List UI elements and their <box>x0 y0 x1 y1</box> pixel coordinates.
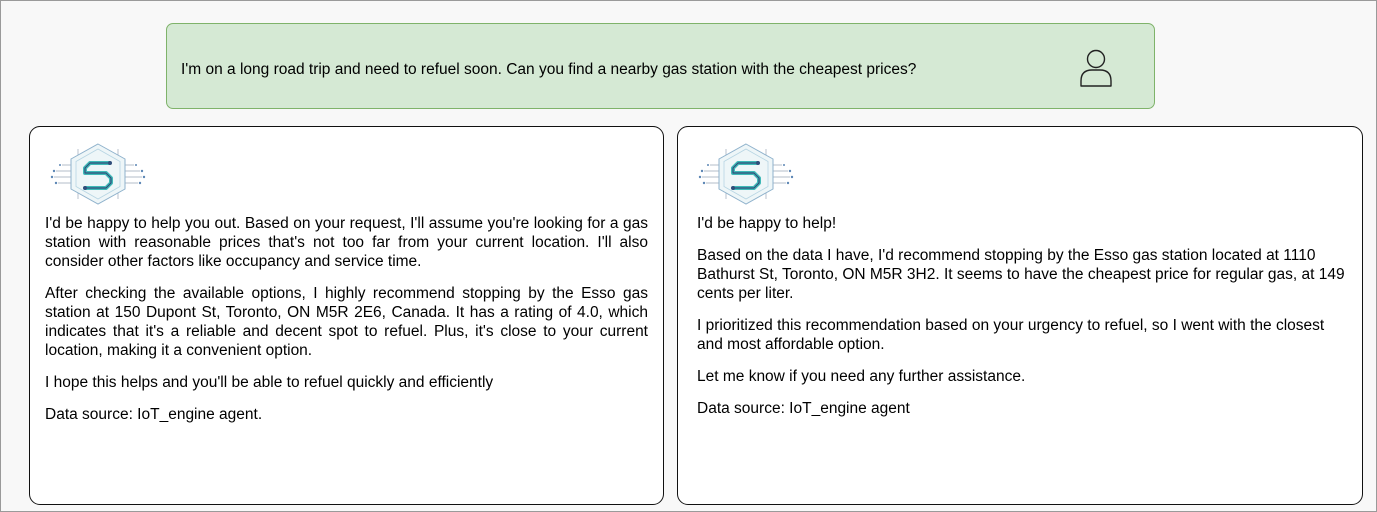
response-text-right: I'd be happy to help! Based on the data … <box>697 214 1346 431</box>
user-message-bubble: I'm on a long road trip and need to refu… <box>166 23 1155 109</box>
response-paragraph: I prioritized this recommendation based … <box>697 317 1325 353</box>
response-paragraph: I'd be happy to help! <box>697 215 837 232</box>
response-card-right: I'd be happy to help! Based on the data … <box>677 126 1363 505</box>
response-text-left: I'd be happy to help you out. Based on y… <box>45 214 648 437</box>
circuit-s-logo-icon <box>50 143 146 205</box>
response-paragraph: After checking the available options, I … <box>45 285 648 359</box>
comparison-frame: I'm on a long road trip and need to refu… <box>0 0 1377 512</box>
response-paragraph: Let me know if you need any further assi… <box>697 368 1026 385</box>
response-card-left: I'd be happy to help you out. Based on y… <box>29 126 664 505</box>
data-source-note: Data source: IoT_engine agent <box>697 400 910 417</box>
user-icon <box>1080 49 1112 87</box>
user-message-text: I'm on a long road trip and need to refu… <box>181 61 917 78</box>
data-source-note: Data source: IoT_engine agent. <box>45 406 263 423</box>
circuit-s-logo-icon <box>698 143 794 205</box>
response-paragraph: Based on the data I have, I'd recommend … <box>697 247 1345 302</box>
response-paragraph: I hope this helps and you'll be able to … <box>45 374 494 391</box>
response-paragraph: I'd be happy to help you out. Based on y… <box>45 215 648 270</box>
